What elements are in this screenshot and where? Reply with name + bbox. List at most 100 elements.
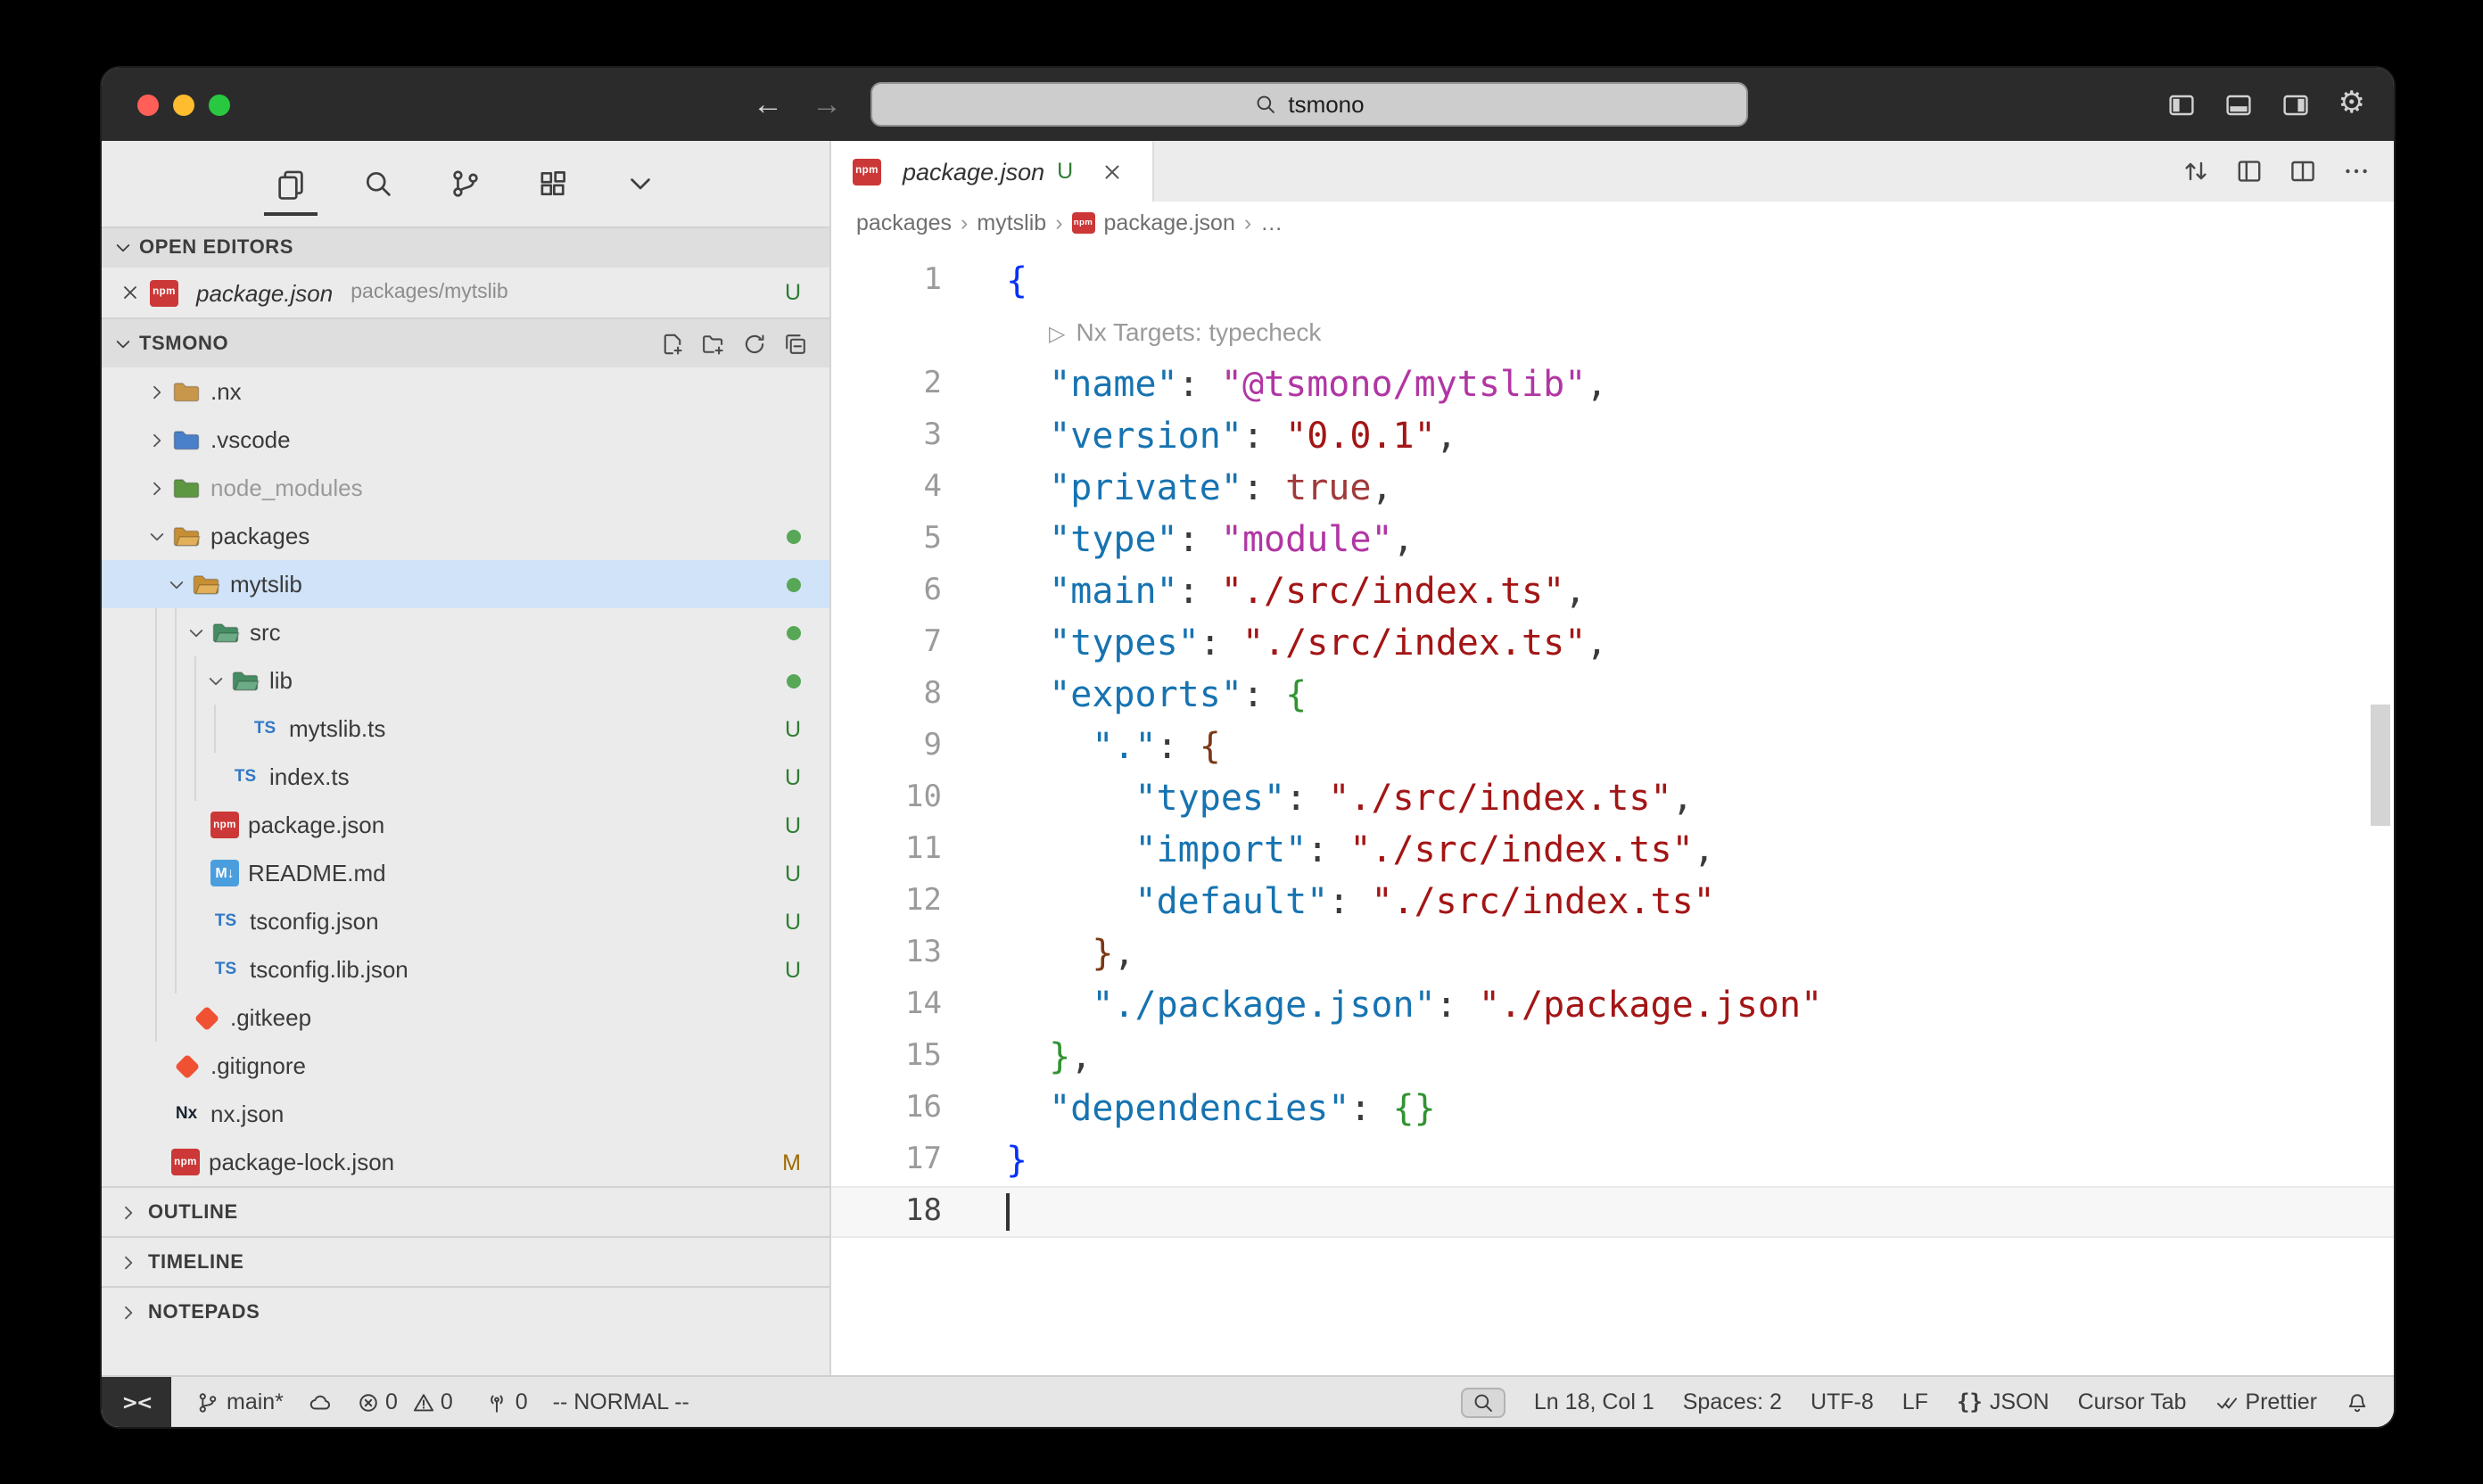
code-line-17[interactable]: 17}	[831, 1134, 2394, 1186]
toggle-primary-sidebar-button[interactable]	[2167, 90, 2196, 119]
tree-item-tsconfig.json[interactable]: TStsconfig.jsonU	[102, 897, 829, 945]
npm-icon: npm	[1072, 212, 1095, 234]
code-line-7[interactable]: 7 "types": "./src/index.ts",	[831, 617, 2394, 669]
tree-item-.vscode[interactable]: .vscode	[102, 416, 829, 464]
status-vim-mode[interactable]: -- NORMAL --	[553, 1389, 689, 1414]
tree-item-package-lock.json[interactable]: npmpackage-lock.jsonM	[102, 1138, 829, 1186]
status-zoom[interactable]	[1461, 1387, 1505, 1417]
code-line-10[interactable]: 10 "types": "./src/index.ts",	[831, 772, 2394, 824]
status-branch[interactable]: main*	[196, 1389, 284, 1414]
code-line-5[interactable]: 5 "type": "module",	[831, 514, 2394, 565]
panel-notepads[interactable]: NOTEPADS	[102, 1286, 829, 1336]
status-publish[interactable]	[309, 1390, 332, 1414]
close-editor-button[interactable]	[120, 282, 141, 303]
code-line-9[interactable]: 9 ".": {	[831, 721, 2394, 772]
close-tab-button[interactable]	[1100, 160, 1123, 183]
status-language-mode[interactable]: {}JSON	[1957, 1389, 2050, 1414]
split-editor-button[interactable]	[2289, 157, 2317, 186]
code-line-12[interactable]: 12 "default": "./src/index.ts"	[831, 876, 2394, 928]
command-center-search[interactable]: tsmono	[870, 82, 1748, 127]
status-cursor-position[interactable]: Ln 18, Col 1	[1534, 1389, 1654, 1414]
open-editor-path: packages/mytslib	[351, 282, 507, 303]
tree-item-index.ts[interactable]: TSindex.tsU	[102, 753, 829, 801]
npm-icon: npm	[210, 812, 239, 838]
breadcrumb-item[interactable]: packages	[856, 210, 952, 235]
remote-indicator[interactable]: ><	[102, 1377, 171, 1427]
breadcrumb-item[interactable]: mytslib	[977, 210, 1046, 235]
code-line-4[interactable]: 4 "private": true,	[831, 462, 2394, 514]
activity-tab-source-control[interactable]	[446, 161, 485, 207]
code-line-18[interactable]: 18	[831, 1186, 2394, 1238]
status-notifications[interactable]	[2346, 1390, 2369, 1414]
tab-package-json[interactable]: npmpackage.jsonU	[831, 141, 1154, 202]
code-line-8[interactable]: 8 "exports": {	[831, 669, 2394, 721]
toggle-secondary-sidebar-button[interactable]	[2281, 90, 2310, 119]
activity-tab-search[interactable]	[359, 161, 398, 207]
tree-item-label: lib	[269, 667, 293, 694]
tree-item-.gitkeep[interactable]: .gitkeep	[102, 993, 829, 1042]
codelens[interactable]: ▷Nx Targets: typecheck	[831, 307, 2394, 359]
minimize-window-button[interactable]	[173, 94, 194, 115]
status-label: UTF-8	[1811, 1389, 1874, 1414]
editor-scrollbar-thumb[interactable]	[2371, 705, 2390, 826]
code-line-13[interactable]: 13 },	[831, 928, 2394, 979]
panel-timeline[interactable]: TIMELINE	[102, 1236, 829, 1286]
status-indentation[interactable]: Spaces: 2	[1683, 1389, 1782, 1414]
status-problems[interactable]: 00	[357, 1389, 460, 1414]
breadcrumb-item[interactable]: …	[1260, 210, 1283, 235]
collapse-all-button[interactable]	[783, 331, 808, 356]
breadcrumb-item[interactable]: npmpackage.json	[1072, 210, 1235, 235]
status-ports[interactable]: 0	[485, 1389, 528, 1414]
tree-item-package.json[interactable]: npmpackage.jsonU	[102, 801, 829, 849]
code-line-15[interactable]: 15 },	[831, 1031, 2394, 1083]
close-icon	[120, 282, 141, 303]
code-line-1[interactable]: 1{	[831, 255, 2394, 307]
status-cursor-tab[interactable]: Cursor Tab	[2078, 1389, 2187, 1414]
tree-item-src[interactable]: src	[102, 608, 829, 656]
activity-tab-extensions[interactable]	[533, 161, 573, 207]
close-window-button[interactable]	[137, 94, 159, 115]
tree-item-mytslib.ts[interactable]: TSmytslib.tsU	[102, 705, 829, 753]
tree-item-README.md[interactable]: M↓README.mdU	[102, 849, 829, 897]
tree-item-.nx[interactable]: .nx	[102, 367, 829, 416]
status-formatter[interactable]: Prettier	[2215, 1389, 2317, 1414]
more-actions-button[interactable]	[2342, 157, 2371, 186]
code-line-6[interactable]: 6 "main": "./src/index.ts",	[831, 565, 2394, 617]
tree-item-lib[interactable]: lib	[102, 656, 829, 705]
tree-item-tsconfig.lib.json[interactable]: TStsconfig.lib.jsonU	[102, 945, 829, 993]
tree-item-node_modules[interactable]: node_modules	[102, 464, 829, 512]
history-back-button[interactable]: ←	[753, 68, 783, 141]
tree-item-mytslib[interactable]: mytslib	[102, 560, 829, 608]
code-line-16[interactable]: 16 "dependencies": {}	[831, 1083, 2394, 1134]
maximize-window-button[interactable]	[209, 94, 230, 115]
activity-tab-explorer[interactable]	[271, 161, 310, 207]
code-line-11[interactable]: 11 "import": "./src/index.ts",	[831, 824, 2394, 876]
folder-icon	[230, 665, 260, 696]
line-number: 16	[831, 1083, 942, 1134]
tree-item-packages[interactable]: packages	[102, 512, 829, 560]
code-line-14[interactable]: 14 "./package.json": "./package.json"	[831, 979, 2394, 1031]
refresh-button[interactable]	[742, 331, 767, 356]
open-editor-item[interactable]: npmpackage.jsonpackages/mytslibU	[102, 268, 829, 317]
open-editors-header[interactable]: OPEN EDITORS	[102, 227, 829, 268]
history-forward-button[interactable]: →	[812, 68, 842, 141]
chevron-icon	[185, 622, 206, 643]
explorer-section-header[interactable]: TSMONO	[102, 317, 829, 367]
activity-tab-more[interactable]	[621, 161, 660, 207]
open-changes-button[interactable]	[2182, 157, 2210, 186]
git-status-badge: U	[785, 957, 801, 982]
new-folder-button[interactable]	[701, 331, 726, 356]
code-line-2[interactable]: 2 "name": "@tsmono/mytslib",	[831, 359, 2394, 410]
status-encoding[interactable]: UTF-8	[1811, 1389, 1874, 1414]
settings-button[interactable]: ⚙	[2339, 89, 2366, 120]
new-file-button[interactable]	[660, 331, 685, 356]
panel-outline[interactable]: OUTLINE	[102, 1186, 829, 1236]
gear-icon: ⚙	[2339, 89, 2366, 120]
code-line-3[interactable]: 3 "version": "0.0.1",	[831, 410, 2394, 462]
tree-item-nx.json[interactable]: Nxnx.json	[102, 1090, 829, 1138]
status-eol[interactable]: LF	[1902, 1389, 1928, 1414]
toggle-panel-button[interactable]	[2224, 90, 2253, 119]
toggle-layout-button[interactable]	[2235, 157, 2264, 186]
code-editor[interactable]: 1{▷Nx Targets: typecheck2 "name": "@tsmo…	[831, 244, 2394, 1375]
tree-item-.gitignore[interactable]: .gitignore	[102, 1042, 829, 1090]
